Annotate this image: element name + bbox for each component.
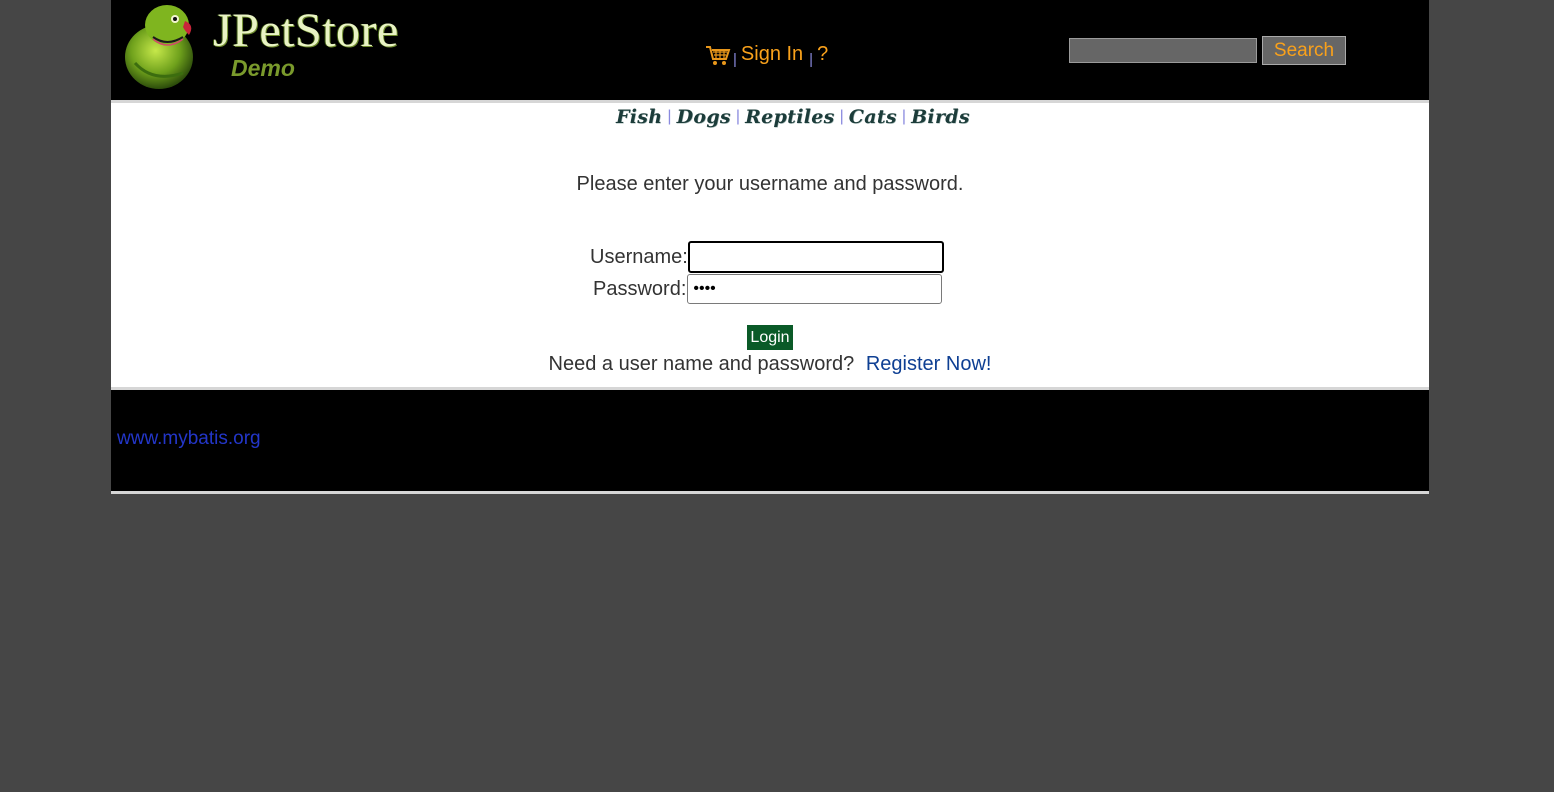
quicklink-reptiles[interactable]: Reptiles bbox=[745, 106, 835, 128]
header: JPetStore Demo | Sign In | ? Search bbox=[111, 0, 1429, 103]
quicklink-birds[interactable]: Birds bbox=[911, 106, 970, 128]
quick-links: Fish | Dogs | Reptiles | Cats | Birds bbox=[616, 106, 970, 128]
search-form: Search bbox=[1069, 36, 1346, 65]
mybatis-link[interactable]: www.mybatis.org bbox=[117, 428, 261, 450]
quicklink-separator: | bbox=[667, 108, 672, 125]
search-button[interactable]: Search bbox=[1262, 36, 1346, 65]
username-label: Username: bbox=[590, 245, 688, 268]
logo-link[interactable]: JPetStore Demo bbox=[123, 3, 443, 91]
quicklink-separator: | bbox=[839, 108, 844, 125]
main-content: Fish | Dogs | Reptiles | Cats | Birds Pl… bbox=[111, 103, 1429, 390]
search-input[interactable] bbox=[1069, 38, 1257, 63]
logo-title: JPetStore bbox=[213, 4, 399, 57]
cart-icon bbox=[706, 46, 731, 65]
register-now-link[interactable]: Register Now! bbox=[866, 353, 992, 375]
sign-in-link[interactable]: Sign In bbox=[741, 44, 803, 68]
password-field[interactable] bbox=[687, 274, 943, 304]
username-row: Username: bbox=[590, 241, 944, 273]
quicklink-separator: | bbox=[735, 108, 741, 125]
password-row: Password: bbox=[593, 274, 943, 304]
register-prompt: Need a user name and password? bbox=[548, 353, 855, 375]
help-link[interactable]: ? bbox=[817, 44, 828, 68]
quicklink-dogs[interactable]: Dogs bbox=[677, 106, 731, 128]
register-line: Need a user name and password? Register … bbox=[111, 353, 1429, 376]
page-container: JPetStore Demo | Sign In | ? Search Fish… bbox=[111, 0, 1429, 494]
quicklink-fish[interactable]: Fish bbox=[616, 106, 662, 128]
parrot-logo-icon bbox=[125, 5, 193, 89]
cart-link[interactable] bbox=[705, 41, 731, 68]
login-button[interactable]: Login bbox=[747, 325, 793, 350]
menu-separator: | bbox=[733, 51, 737, 68]
quicklink-cats[interactable]: Cats bbox=[849, 106, 897, 128]
menu-separator: | bbox=[809, 51, 814, 68]
password-label: Password: bbox=[593, 277, 687, 300]
username-field[interactable] bbox=[687, 241, 944, 273]
header-menu: | Sign In | ? bbox=[705, 38, 828, 68]
footer: www.mybatis.org bbox=[111, 390, 1429, 494]
quicklink-separator: | bbox=[901, 108, 907, 125]
logo-subtitle: Demo bbox=[231, 55, 295, 81]
login-prompt: Please enter your username and password. bbox=[576, 173, 964, 195]
